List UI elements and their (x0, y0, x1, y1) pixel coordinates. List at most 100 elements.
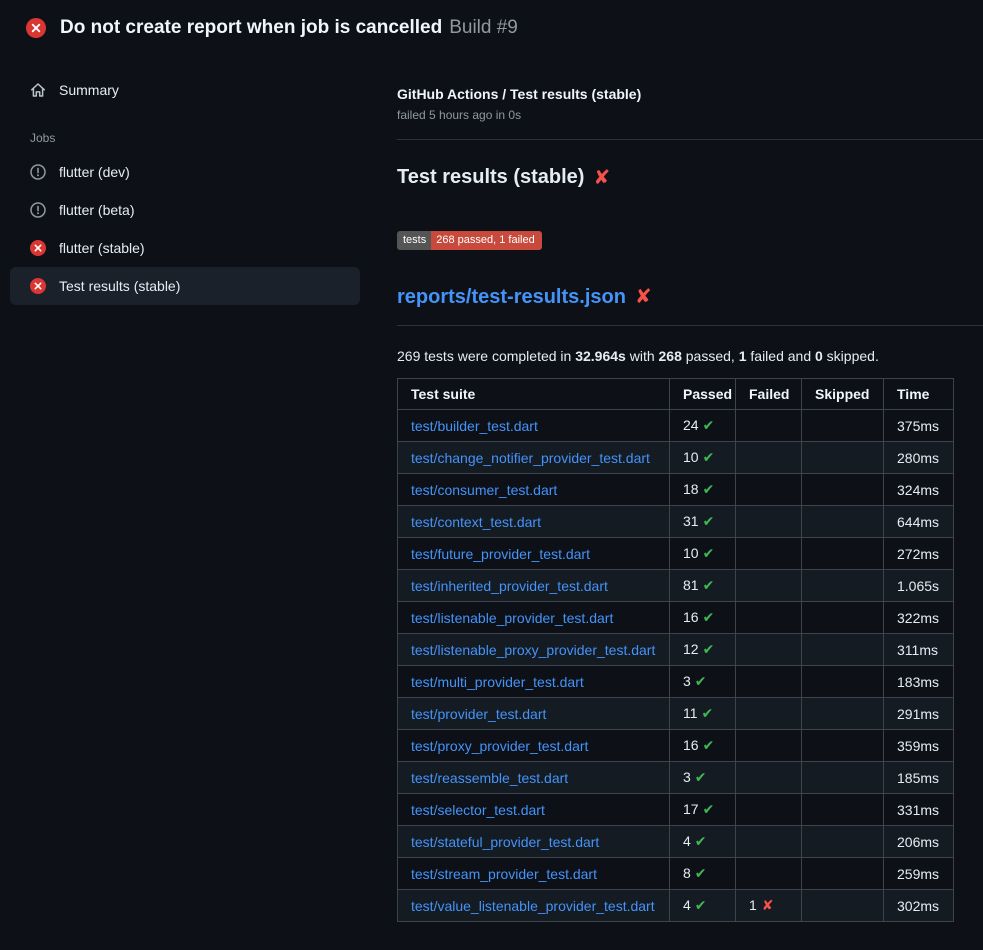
table-row: test/consumer_test.dart 18✔ 324ms (398, 474, 954, 506)
table-row: test/stream_provider_test.dart 8✔ 259ms (398, 858, 954, 890)
table-row: test/value_listenable_provider_test.dart… (398, 890, 954, 922)
test-results-table: Test suite Passed Failed Skipped Time te… (397, 378, 954, 922)
time-cell: 311ms (884, 634, 954, 666)
time-cell: 324ms (884, 474, 954, 506)
time-cell: 302ms (884, 890, 954, 922)
suite-link[interactable]: test/value_listenable_provider_test.dart (411, 898, 655, 914)
divider (397, 325, 983, 326)
table-row: test/multi_provider_test.dart 3✔ 183ms (398, 666, 954, 698)
col-header-skipped: Skipped (802, 379, 884, 410)
failed-status-icon (26, 18, 46, 38)
suite-link[interactable]: test/listenable_proxy_provider_test.dart (411, 642, 655, 658)
failed-cell (736, 826, 802, 858)
time-cell: 280ms (884, 442, 954, 474)
run-status-line: failed 5 hours ago in 0s (397, 108, 983, 122)
time-cell: 322ms (884, 602, 954, 634)
failed-cell (736, 794, 802, 826)
failed-cell (736, 442, 802, 474)
run-title: Do not create report when job is cancell… (60, 17, 442, 38)
skipped-cell (802, 602, 884, 634)
sidebar-item-summary[interactable]: Summary (10, 71, 360, 109)
table-header-row: Test suite Passed Failed Skipped Time (398, 379, 954, 410)
test-table-body: test/builder_test.dart 24✔ 375ms test/ch… (398, 410, 954, 922)
failed-cell (736, 570, 802, 602)
report-link[interactable]: reports/test-results.json (397, 286, 626, 309)
job-label: Test results (stable) (59, 278, 180, 294)
check-icon: ✔ (703, 737, 715, 753)
x-icon: ✘ (762, 897, 774, 913)
run-title-line: Do not create report when job is cancell… (60, 17, 518, 39)
skipped-cell (802, 826, 884, 858)
failed-cell (736, 474, 802, 506)
sidebar-item-flutter-dev[interactable]: flutter (dev) (10, 153, 360, 191)
failed-status-icon (30, 278, 46, 294)
report-title: reports/test-results.json ✘ (397, 286, 983, 309)
suite-link[interactable]: test/selector_test.dart (411, 802, 545, 818)
time-cell: 183ms (884, 666, 954, 698)
col-header-test-suite: Test suite (398, 379, 670, 410)
sidebar-item-flutter-stable[interactable]: flutter (stable) (10, 229, 360, 267)
badge-label: tests (397, 231, 431, 250)
col-header-time: Time (884, 379, 954, 410)
job-label: flutter (dev) (59, 164, 130, 180)
failed-x-icon: ✘ (593, 168, 610, 188)
failed-cell (736, 666, 802, 698)
table-row: test/listenable_proxy_provider_test.dart… (398, 634, 954, 666)
check-icon: ✔ (702, 705, 714, 721)
suite-link[interactable]: test/stream_provider_test.dart (411, 866, 597, 882)
failed-x-icon: ✘ (635, 287, 652, 307)
skipped-cell (802, 410, 884, 442)
skipped-cell (802, 858, 884, 890)
time-cell: 644ms (884, 506, 954, 538)
table-row: test/selector_test.dart 17✔ 331ms (398, 794, 954, 826)
time-cell: 359ms (884, 730, 954, 762)
failed-cell: 1✘ (736, 890, 802, 922)
suite-link[interactable]: test/builder_test.dart (411, 418, 538, 434)
suite-link[interactable]: test/reassemble_test.dart (411, 770, 568, 786)
table-row: test/proxy_provider_test.dart 16✔ 359ms (398, 730, 954, 762)
check-icon: ✔ (695, 897, 707, 913)
suite-link[interactable]: test/consumer_test.dart (411, 482, 557, 498)
jobs-list: flutter (dev) flutter (beta) flutter (st… (10, 153, 360, 305)
suite-link[interactable]: test/change_notifier_provider_test.dart (411, 450, 650, 466)
check-icon: ✔ (695, 865, 707, 881)
passed-cell: 16✔ (670, 730, 736, 762)
table-row: test/reassemble_test.dart 3✔ 185ms (398, 762, 954, 794)
suite-link[interactable]: test/provider_test.dart (411, 706, 546, 722)
job-label: flutter (stable) (59, 240, 145, 256)
suite-link[interactable]: test/multi_provider_test.dart (411, 674, 584, 690)
passed-cell: 10✔ (670, 442, 736, 474)
suite-link[interactable]: test/future_provider_test.dart (411, 546, 590, 562)
suite-link[interactable]: test/proxy_provider_test.dart (411, 738, 588, 754)
suite-link[interactable]: test/listenable_provider_test.dart (411, 610, 613, 626)
summary-line: 269 tests were completed in 32.964s with… (397, 348, 983, 364)
job-label: flutter (beta) (59, 202, 134, 218)
sidebar-item-test-results-stable[interactable]: Test results (stable) (10, 267, 360, 305)
skipped-cell (802, 506, 884, 538)
time-cell: 291ms (884, 698, 954, 730)
suite-link[interactable]: test/context_test.dart (411, 514, 541, 530)
table-row: test/change_notifier_provider_test.dart … (398, 442, 954, 474)
passed-cell: 17✔ (670, 794, 736, 826)
table-row: test/stateful_provider_test.dart 4✔ 206m… (398, 826, 954, 858)
failed-cell (736, 730, 802, 762)
time-cell: 331ms (884, 794, 954, 826)
suite-link[interactable]: test/stateful_provider_test.dart (411, 834, 599, 850)
skipped-cell (802, 794, 884, 826)
skipped-cell (802, 634, 884, 666)
time-cell: 185ms (884, 762, 954, 794)
time-cell: 206ms (884, 826, 954, 858)
check-icon: ✔ (695, 673, 707, 689)
passed-cell: 81✔ (670, 570, 736, 602)
check-icon: ✔ (703, 481, 715, 497)
suite-link[interactable]: test/inherited_provider_test.dart (411, 578, 608, 594)
neutral-status-icon (30, 164, 46, 180)
jobs-section-label: Jobs (10, 131, 360, 145)
check-icon: ✔ (703, 545, 715, 561)
failed-cell (736, 634, 802, 666)
sidebar-item-flutter-beta[interactable]: flutter (beta) (10, 191, 360, 229)
skipped-cell (802, 698, 884, 730)
section-title: Test results (stable) ✘ (397, 166, 983, 189)
run-build-number: Build #9 (449, 17, 518, 38)
check-icon: ✔ (695, 833, 707, 849)
